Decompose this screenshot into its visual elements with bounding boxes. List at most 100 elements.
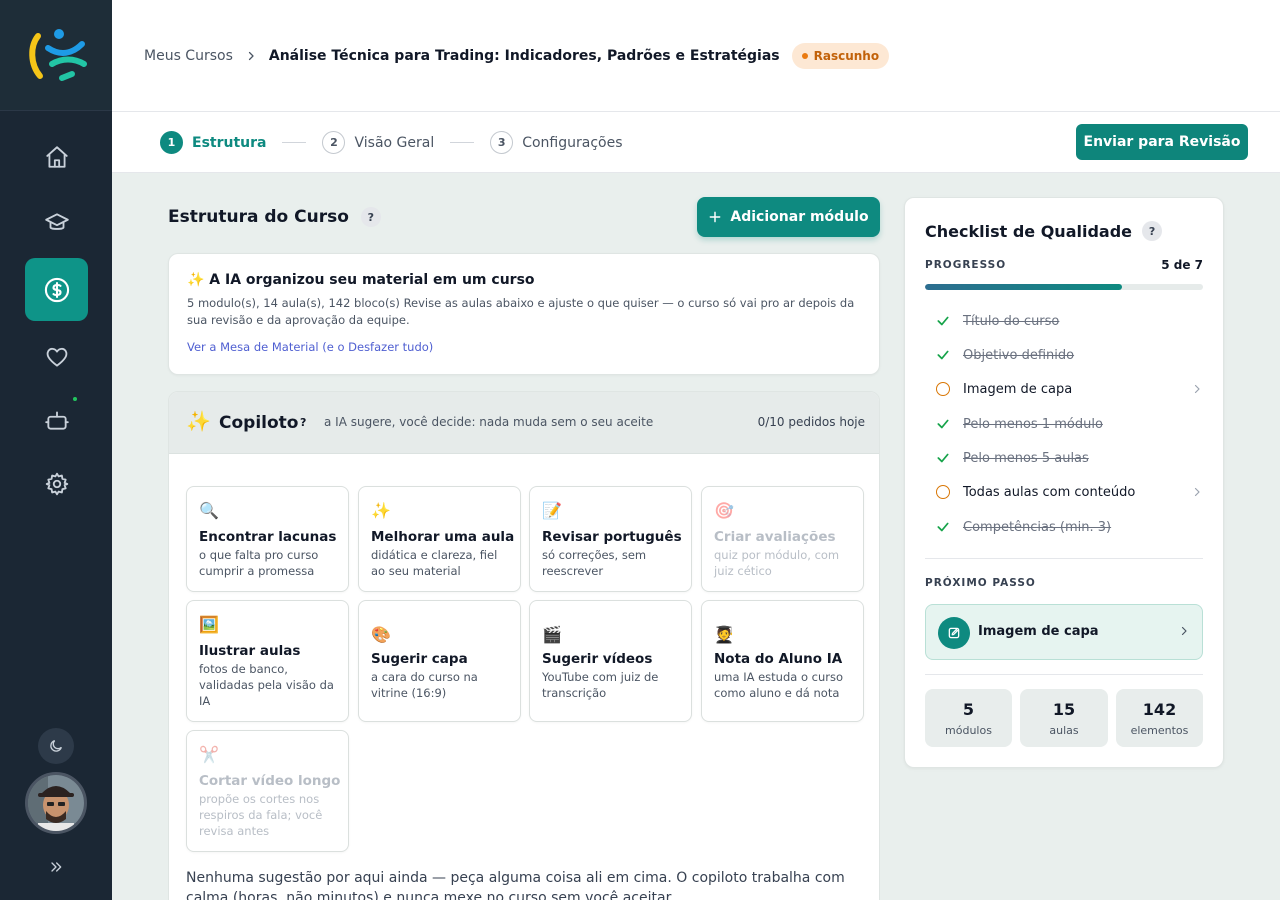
check-icon bbox=[935, 347, 951, 363]
requests-counter: 0/10 pedidos hoje bbox=[757, 415, 865, 429]
step-number: 2 bbox=[322, 131, 346, 154]
page-title-text: Estrutura do Curso bbox=[168, 207, 349, 227]
notice-title: ✨ A IA organizou seu material em um curs… bbox=[187, 272, 535, 288]
tile-desc: didática e clareza, fiel ao seu material bbox=[371, 548, 498, 578]
tile-title: Sugerir capa bbox=[371, 651, 468, 667]
tile-improve-lesson[interactable]: ✨ Melhorar uma aula didática e clareza, … bbox=[358, 486, 521, 592]
graduation-cap-icon bbox=[44, 212, 69, 230]
avatar[interactable] bbox=[25, 772, 87, 834]
status-badge: Rascunho bbox=[791, 43, 890, 69]
breadcrumb: Meus Cursos Análise Técnica para Trading… bbox=[144, 42, 890, 70]
checklist-item-label: Todas aulas com conteúdo bbox=[963, 484, 1136, 500]
clapperboard-icon: 🎬 bbox=[542, 625, 562, 644]
checklist-title: Checklist de Qualidade ? bbox=[925, 221, 1163, 241]
step-label: Estrutura bbox=[192, 134, 267, 151]
stepper: 1 Estrutura 2 Visão Geral 3 Configuraçõe… bbox=[160, 131, 623, 154]
checklist-item-label: Título do curso bbox=[963, 313, 1060, 329]
pending-circle-icon bbox=[935, 381, 951, 397]
step-label: Configurações bbox=[522, 134, 623, 151]
step-overview[interactable]: 2 Visão Geral bbox=[322, 131, 434, 154]
student-icon: 🧑‍🎓 bbox=[714, 625, 734, 644]
stat-caption: aulas bbox=[1049, 724, 1079, 737]
progress-bar bbox=[925, 284, 1203, 290]
stat-caption: módulos bbox=[945, 724, 992, 737]
tile-desc: o que falta pro curso cumprir a promessa bbox=[199, 548, 319, 578]
step-structure[interactable]: 1 Estrutura bbox=[160, 131, 266, 154]
copilot-subtitle: a IA sugere, você decide: nada muda sem … bbox=[324, 415, 654, 429]
breadcrumb-my-courses[interactable]: Meus Cursos bbox=[144, 48, 233, 64]
tile-title: Criar avaliações bbox=[714, 529, 836, 545]
material-desk-link[interactable]: Ver a Mesa de Material (e o Desfazer tud… bbox=[187, 340, 433, 354]
sidebar-item-favorites[interactable] bbox=[25, 325, 88, 388]
tile-cut-long-video: ✂️ Cortar vídeo longo propõe os cortes n… bbox=[186, 730, 349, 852]
help-icon[interactable]: ? bbox=[300, 416, 306, 429]
sidebar-item-ai[interactable] bbox=[25, 388, 88, 451]
tile-title: Encontrar lacunas bbox=[199, 529, 337, 545]
home-icon bbox=[45, 145, 68, 168]
quality-checklist: Checklist de Qualidade ? PROGRESSO 5 de … bbox=[904, 197, 1224, 768]
logo[interactable] bbox=[0, 0, 112, 111]
step-connector bbox=[282, 141, 307, 144]
tile-desc: YouTube com juiz de transcrição bbox=[542, 670, 659, 700]
step-settings[interactable]: 3 Configurações bbox=[490, 131, 623, 154]
edit-icon bbox=[938, 617, 970, 649]
divider bbox=[925, 558, 1203, 559]
checklist-item[interactable]: Imagem de capa bbox=[935, 378, 1203, 400]
checklist-item-label: Imagem de capa bbox=[963, 381, 1073, 397]
sidebar-item-sales[interactable] bbox=[25, 258, 88, 321]
picture-icon: 🖼️ bbox=[199, 615, 219, 634]
notice-body: 5 modulo(s), 14 aula(s), 142 bloco(s) Re… bbox=[187, 296, 855, 327]
stat-value: 142 bbox=[1142, 700, 1177, 719]
status-dot bbox=[73, 397, 77, 401]
step-number: 3 bbox=[490, 131, 514, 154]
dollar-icon bbox=[44, 277, 69, 302]
next-step-label: PRÓXIMO PASSO bbox=[925, 577, 1036, 589]
page-title: Estrutura do Curso ? bbox=[168, 207, 381, 227]
status-badge-label: Rascunho bbox=[813, 49, 880, 63]
checklist-item[interactable]: Todas aulas com conteúdo bbox=[935, 481, 1203, 503]
check-icon bbox=[935, 313, 951, 329]
chevron-right-icon bbox=[1178, 625, 1190, 637]
tile-desc: quiz por módulo, com juiz cético bbox=[714, 548, 840, 578]
theme-toggle-button[interactable] bbox=[38, 728, 74, 764]
step-connector bbox=[450, 141, 475, 144]
gear-icon bbox=[45, 472, 68, 495]
checklist-item: Título do curso bbox=[935, 310, 1203, 332]
tile-illustrate-lessons[interactable]: 🖼️ Ilustrar aulas fotos de banco, valida… bbox=[186, 600, 349, 722]
stat-elements: 142 elementos bbox=[1116, 689, 1203, 747]
brand-logo-icon bbox=[29, 29, 87, 81]
copilot-panel: ✨ Copiloto ? a IA sugere, você decide: n… bbox=[168, 391, 880, 900]
checklist-item: Pelo menos 5 aulas bbox=[935, 447, 1203, 469]
stat-value: 15 bbox=[1052, 700, 1076, 719]
progress-value: 5 de 7 bbox=[1161, 258, 1203, 272]
sidebar-item-home[interactable] bbox=[25, 125, 88, 188]
tile-desc: só correções, sem reescrever bbox=[542, 548, 647, 578]
step-label: Visão Geral bbox=[354, 134, 435, 151]
plus-icon bbox=[710, 211, 721, 223]
help-icon[interactable]: ? bbox=[360, 207, 381, 227]
tile-suggest-cover[interactable]: 🎨 Sugerir capa a cara do curso na vitrin… bbox=[358, 600, 521, 722]
chevron-right-icon bbox=[1191, 486, 1203, 498]
stat-value: 5 bbox=[962, 700, 975, 719]
sparkles-icon: ✨ bbox=[186, 409, 211, 433]
expand-sidebar-button[interactable] bbox=[44, 855, 68, 879]
double-chevron-right-icon bbox=[51, 862, 62, 872]
checklist-item-label: Pelo menos 1 módulo bbox=[963, 416, 1103, 432]
check-icon bbox=[935, 519, 951, 535]
tile-find-gaps[interactable]: 🔍 Encontrar lacunas o que falta pro curs… bbox=[186, 486, 349, 592]
sidebar-item-courses[interactable] bbox=[25, 191, 88, 254]
target-icon: 🎯 bbox=[714, 501, 734, 520]
tile-title: Revisar português bbox=[542, 529, 682, 545]
next-step-card[interactable]: Imagem de capa bbox=[925, 604, 1203, 660]
add-module-label: Adicionar módulo bbox=[730, 209, 869, 225]
tile-review-portuguese[interactable]: 📝 Revisar português só correções, sem re… bbox=[529, 486, 692, 592]
tile-title: Cortar vídeo longo bbox=[199, 773, 341, 789]
sidebar-item-settings[interactable] bbox=[25, 452, 88, 515]
add-module-button[interactable]: Adicionar módulo bbox=[697, 197, 880, 237]
tile-suggest-videos[interactable]: 🎬 Sugerir vídeos YouTube com juiz de tra… bbox=[529, 600, 692, 722]
status-dot bbox=[801, 53, 808, 59]
progress-bar-fill bbox=[925, 284, 1123, 290]
submit-review-button[interactable]: Enviar para Revisão bbox=[1076, 124, 1248, 160]
help-icon[interactable]: ? bbox=[1142, 221, 1163, 241]
tile-ai-student-grade[interactable]: 🧑‍🎓 Nota do Aluno IA uma IA estuda o cur… bbox=[701, 600, 864, 722]
